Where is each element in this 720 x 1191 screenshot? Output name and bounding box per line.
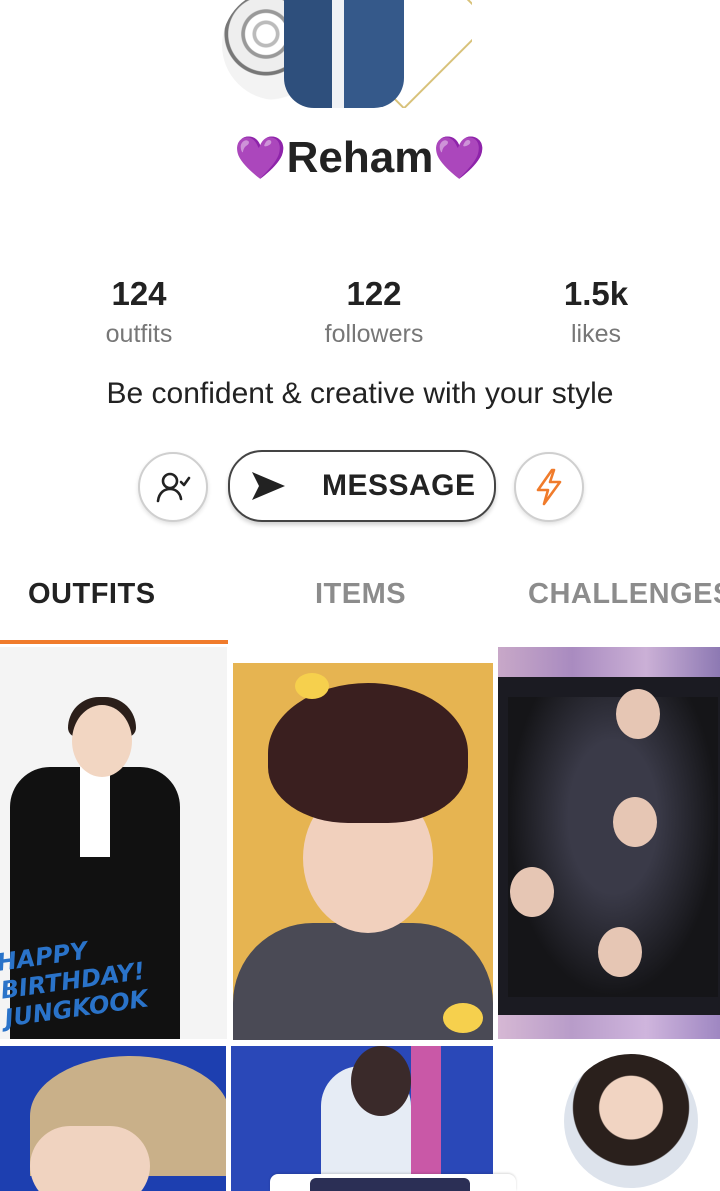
avatar-photo xyxy=(284,0,404,108)
tile-image-face xyxy=(616,689,660,739)
tile-image-face xyxy=(598,927,642,977)
tile-image-shirt xyxy=(80,767,110,857)
tile-image-head xyxy=(351,1046,411,1116)
message-button-label: MESSAGE xyxy=(322,469,476,502)
tab-outfits[interactable]: OUTFITS xyxy=(28,572,156,616)
tab-challenges[interactable]: CHALLENGES xyxy=(528,572,720,616)
tile-image-hair xyxy=(268,683,468,823)
outfit-tile[interactable] xyxy=(500,1046,720,1191)
purple-heart-icon: 💜 xyxy=(234,134,287,181)
send-icon xyxy=(248,466,288,506)
boost-button[interactable] xyxy=(514,452,584,522)
tab-items[interactable]: ITEMS xyxy=(315,572,406,616)
tile-header-band xyxy=(498,647,720,677)
tile-image-face xyxy=(72,705,132,777)
stat-likes-value: 1.5k xyxy=(563,275,629,312)
stat-likes[interactable]: 1.5k likes xyxy=(496,272,696,352)
outfit-tile[interactable] xyxy=(0,1046,226,1191)
profile-bio: Be confident & creative with your style xyxy=(106,377,614,410)
stat-outfits-value: 124 xyxy=(111,275,167,312)
stat-followers-value: 122 xyxy=(346,275,402,312)
outfit-tile[interactable] xyxy=(231,1046,493,1191)
tile-image-stage-light xyxy=(411,1046,441,1191)
tile-image-portrait xyxy=(564,1054,698,1188)
profile-name-text: Reham xyxy=(286,133,434,182)
tile-image-face xyxy=(30,1126,150,1191)
tile-footer-band xyxy=(498,1015,720,1039)
profile-name: 💜Reham💜 xyxy=(0,130,720,186)
tile-image-face xyxy=(613,797,657,847)
user-check-icon xyxy=(156,472,191,503)
outfit-tile[interactable] xyxy=(498,647,720,1039)
stat-followers-label: followers xyxy=(324,320,424,348)
outfit-tile[interactable]: HAPPY BIRTHDAY! JUNGKOOK xyxy=(0,647,227,1039)
lightning-icon xyxy=(536,468,562,506)
stat-outfits-label: outfits xyxy=(105,320,173,348)
outfit-tile[interactable] xyxy=(233,663,493,1040)
sticker-egg xyxy=(443,1003,483,1033)
purple-heart-icon: 💜 xyxy=(433,134,486,181)
bottom-sheet-image xyxy=(310,1178,470,1191)
stat-followers[interactable]: 122 followers xyxy=(274,272,474,352)
active-tab-indicator xyxy=(0,640,228,644)
message-button[interactable]: MESSAGE xyxy=(228,450,496,522)
tile-image-face xyxy=(510,867,554,917)
stat-outfits[interactable]: 124 outfits xyxy=(39,272,239,352)
profile-avatar[interactable] xyxy=(222,0,472,108)
bottom-sheet-peek[interactable] xyxy=(270,1174,516,1191)
sticker-egg xyxy=(295,673,329,699)
stat-likes-label: likes xyxy=(570,320,621,348)
follow-button[interactable] xyxy=(138,452,208,522)
